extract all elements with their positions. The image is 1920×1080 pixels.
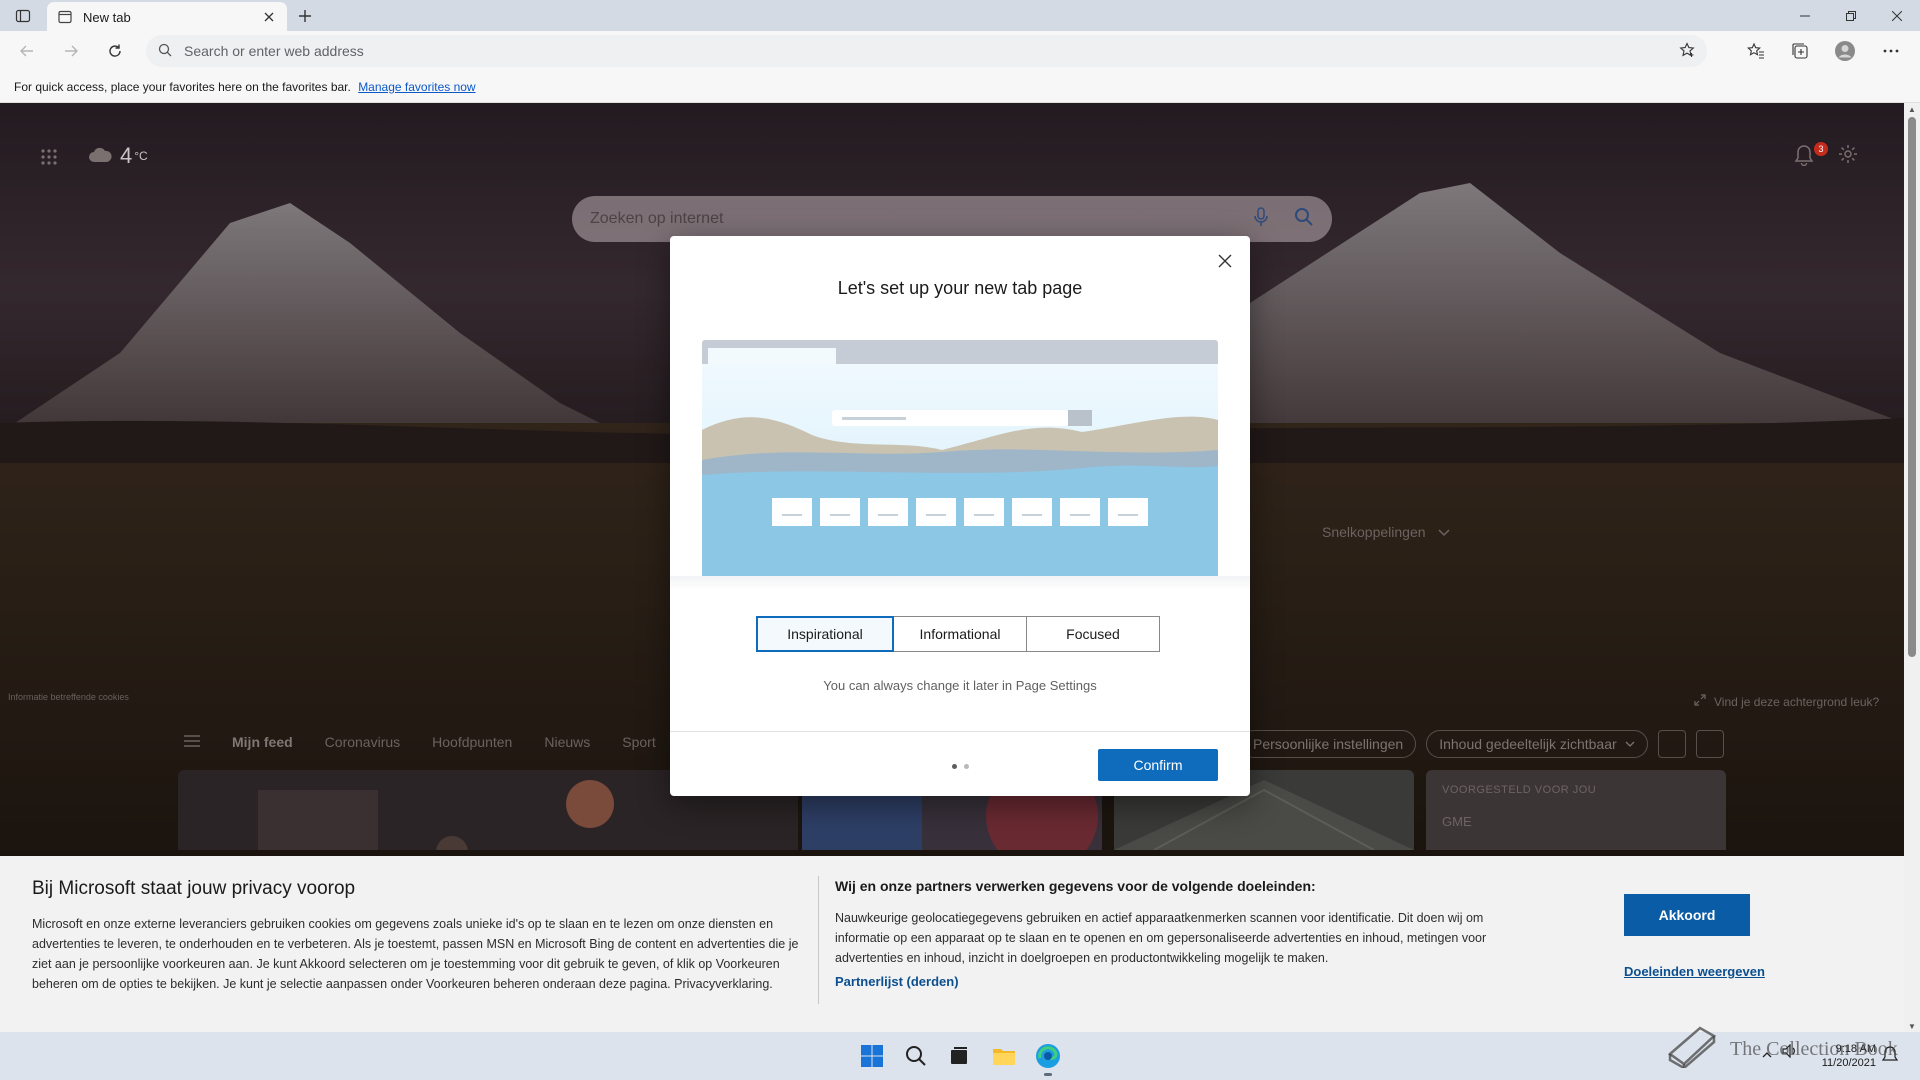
dialog-divider	[670, 731, 1250, 732]
watermark: The Collection Book	[1666, 1024, 1898, 1074]
mode-informational-button[interactable]: Informational	[894, 616, 1027, 652]
weather-unit: °C	[134, 149, 148, 163]
search-icon[interactable]	[900, 1040, 932, 1072]
address-bar[interactable]: Search or enter web address	[146, 35, 1707, 67]
weather-widget[interactable]: 4 °C	[88, 143, 148, 169]
scroll-down-icon[interactable]: ▼	[1908, 1022, 1916, 1031]
feed-tab-sport[interactable]: Sport	[622, 734, 655, 750]
notification-badge: 3	[1814, 142, 1828, 156]
chevron-down-icon	[1438, 524, 1450, 540]
purposes-body: Nauwkeurige geolocatiegegevens gebruiken…	[835, 911, 1487, 965]
search-submit-icon[interactable]	[1294, 207, 1314, 232]
stock-ticker: GME	[1442, 814, 1472, 829]
privacy-consent-banner: Bij Microsoft staat jouw privacy voorop …	[0, 856, 1904, 1032]
feed-tab-mijn-feed[interactable]: Mijn feed	[232, 734, 293, 750]
feed-controls: Persoonlijke instellingen Inhoud gedeelt…	[1240, 730, 1724, 758]
profile-avatar-icon[interactable]	[1828, 37, 1862, 65]
confirm-button[interactable]: Confirm	[1098, 749, 1218, 781]
page-settings-gear-icon[interactable]	[1838, 144, 1862, 168]
suggested-stocks-card[interactable]: VOORGESTELD VOOR JOU GME	[1426, 770, 1726, 850]
quick-links-toggle[interactable]: Snelkoppelingen	[1322, 524, 1450, 540]
taskbar: 9:18 AM 11/20/2021	[0, 1032, 1920, 1080]
book-icon	[1666, 1024, 1718, 1074]
layout-mode-selector: Inspirational Informational Focused	[756, 616, 1160, 652]
feed-tab-hoofdpunten[interactable]: Hoofdpunten	[432, 734, 512, 750]
quick-links-label: Snelkoppelingen	[1322, 524, 1426, 540]
microphone-icon[interactable]	[1254, 206, 1268, 232]
purposes-title: Wij en onze partners verwerken gegevens …	[835, 878, 1316, 894]
edge-browser-icon[interactable]	[1032, 1040, 1064, 1076]
favorites-icon[interactable]	[1739, 37, 1773, 65]
preview-divider	[670, 576, 1250, 590]
background-feedback[interactable]: Vind je deze achtergrond leuk?	[1694, 694, 1879, 709]
forward-arrow-icon[interactable]	[56, 37, 86, 65]
feed-menu-icon[interactable]	[184, 734, 200, 750]
feed-tab-nieuws[interactable]: Nieuws	[544, 734, 590, 750]
chevron-down-icon	[1625, 741, 1635, 747]
tab-actions-icon[interactable]	[8, 4, 38, 28]
more-options-icon[interactable]	[1874, 37, 1908, 65]
list-layout-icon[interactable]	[1695, 730, 1724, 758]
favorites-bar: For quick access, place your favorites h…	[0, 71, 1920, 103]
apps-launcher-icon[interactable]	[40, 148, 64, 172]
dialog-hint: You can always change it later in Page S…	[823, 678, 1097, 693]
add-favorite-icon[interactable]	[1679, 41, 1695, 61]
privacy-left-column: Bij Microsoft staat jouw privacy voorop …	[32, 878, 802, 994]
close-dialog-icon[interactable]	[1212, 248, 1238, 274]
content-visibility-dropdown[interactable]: Inhoud gedeeltelijk zichtbaar	[1426, 730, 1648, 758]
close-tab-icon[interactable]	[261, 9, 277, 25]
close-window-icon[interactable]	[1874, 0, 1920, 31]
background-info-text[interactable]: Informatie betreffende cookies	[8, 692, 129, 702]
personal-settings-button[interactable]: Persoonlijke instellingen	[1240, 730, 1417, 758]
privacy-separator	[818, 876, 819, 1004]
content-visibility-label: Inhoud gedeeltelijk zichtbaar	[1439, 736, 1617, 752]
mode-focused-button[interactable]: Focused	[1027, 616, 1160, 652]
search-icon	[158, 43, 172, 60]
mode-inspirational-button[interactable]: Inspirational	[756, 616, 894, 652]
window-controls	[1782, 0, 1920, 31]
new-tab-page-icon	[57, 9, 73, 25]
navigation-toolbar: Search or enter web address	[0, 31, 1920, 71]
back-arrow-icon[interactable]	[12, 37, 42, 65]
collections-icon[interactable]	[1783, 37, 1817, 65]
watermark-text: The Collection Book	[1730, 1037, 1898, 1060]
address-placeholder: Search or enter web address	[184, 43, 364, 59]
step-dot-1	[952, 764, 957, 769]
scrollbar-thumb[interactable]	[1908, 117, 1916, 657]
step-dot-2	[964, 764, 969, 769]
page-scrollbar[interactable]: ▲ ▼	[1904, 103, 1920, 1032]
step-indicator	[952, 764, 969, 769]
grid-layout-icon[interactable]	[1657, 730, 1686, 758]
task-view-icon[interactable]	[943, 1040, 975, 1072]
manage-favorites-link[interactable]: Manage favorites now	[358, 80, 475, 94]
refresh-icon[interactable]	[100, 37, 130, 65]
background-feedback-label: Vind je deze achtergrond leuk?	[1714, 694, 1880, 709]
feed-navigation: Mijn feed Coronavirus Hoofdpunten Nieuws…	[184, 734, 656, 750]
active-tab[interactable]: New tab	[47, 2, 287, 32]
privacy-purposes-column: Wij en onze partners verwerken gegevens …	[835, 878, 1525, 991]
windows-start-icon[interactable]	[856, 1040, 888, 1072]
tab-strip: New tab	[0, 0, 1920, 32]
expand-icon	[1694, 694, 1706, 709]
dialog-title: Let's set up your new tab page	[837, 278, 1083, 298]
new-tab-button[interactable]	[292, 4, 318, 28]
suggested-label: VOORGESTELD VOOR JOU	[1442, 784, 1597, 796]
partner-list-link[interactable]: Partnerlijst (derden)	[835, 974, 959, 989]
new-tab-setup-dialog: Let's set up your new tab page Inspirati…	[670, 236, 1250, 796]
privacy-body: Microsoft en onze externe leveranciers g…	[32, 917, 799, 991]
privacy-title: Bij Microsoft staat jouw privacy voorop	[32, 878, 356, 899]
feed-tab-coronavirus[interactable]: Coronavirus	[325, 734, 400, 750]
file-explorer-icon[interactable]	[988, 1040, 1020, 1072]
accept-button[interactable]: Akkoord	[1624, 894, 1750, 936]
weather-temperature: 4	[120, 143, 133, 168]
favorites-bar-hint: For quick access, place your favorites h…	[14, 80, 351, 94]
web-search-placeholder: Zoeken op internet	[590, 210, 724, 227]
minimize-icon[interactable]	[1782, 0, 1828, 31]
layout-preview-image	[702, 340, 1218, 580]
show-purposes-link[interactable]: Doeleinden weergeven	[1624, 964, 1765, 979]
restore-icon[interactable]	[1828, 0, 1874, 31]
tab-title: New tab	[83, 9, 131, 25]
scroll-up-icon[interactable]: ▲	[1908, 105, 1916, 114]
cloud-icon	[88, 143, 112, 169]
